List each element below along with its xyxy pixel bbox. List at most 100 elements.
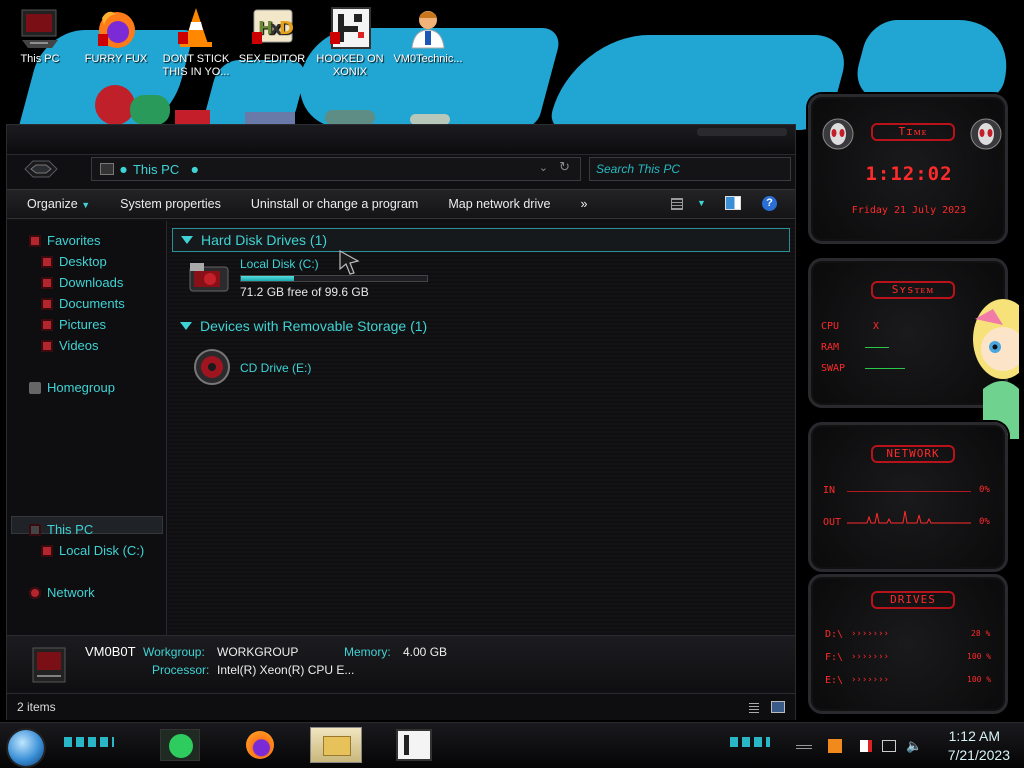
drive-3-value: 100 % bbox=[967, 675, 992, 684]
ram-usage-line bbox=[865, 347, 889, 348]
map-network-drive-button[interactable]: Map network drive bbox=[433, 197, 565, 211]
computer-icon bbox=[32, 647, 66, 683]
processor-label: Processor: bbox=[152, 663, 210, 677]
taskbar-clock-time[interactable]: 1:12 AM bbox=[910, 728, 1000, 744]
dropdown-icon[interactable]: ⌄ bbox=[539, 161, 548, 174]
taskbar-clock-date[interactable]: 7/21/2023 bbox=[910, 747, 1010, 763]
network-in-value: 0% bbox=[979, 485, 990, 495]
nav-item-local-disk[interactable]: Local Disk (C:) bbox=[41, 543, 144, 558]
command-toolbar: Organize ▼ System properties Uninstall o… bbox=[7, 189, 795, 219]
system-properties-button[interactable]: System properties bbox=[105, 197, 236, 211]
hxd-icon: HxD bbox=[250, 6, 294, 50]
view-options-icon[interactable] bbox=[671, 198, 683, 210]
search-input[interactable]: Search This PC bbox=[589, 157, 791, 181]
refresh-icon[interactable]: ↻ bbox=[559, 160, 570, 175]
star-icon bbox=[29, 234, 41, 247]
drive-1-label: D:\ bbox=[825, 629, 844, 640]
desktop-icon-vlc[interactable]: DONT STICK THIS IN YO... bbox=[158, 6, 234, 79]
nav-item-videos[interactable]: Videos bbox=[41, 338, 99, 353]
network-out-graph bbox=[847, 510, 971, 524]
details-pane: VM0B0T Workgroup: WORKGROUP Memory: 4.00… bbox=[7, 635, 795, 691]
cpu-value: X bbox=[873, 321, 880, 332]
tray-flag-icon[interactable] bbox=[860, 740, 872, 752]
window-titlebar[interactable] bbox=[7, 125, 795, 155]
network-icon bbox=[29, 586, 41, 599]
folder-icon bbox=[323, 736, 351, 756]
uninstall-program-button[interactable]: Uninstall or change a program bbox=[236, 197, 433, 211]
preview-pane-icon[interactable] bbox=[725, 196, 741, 210]
nav-item-pictures[interactable]: Pictures bbox=[41, 317, 106, 332]
computer-icon bbox=[100, 163, 114, 175]
desktop-icon-hex-editor[interactable]: HxD SEX EDITOR bbox=[234, 6, 310, 66]
taskbar-app-firefox[interactable] bbox=[240, 729, 280, 761]
taskbar-app-explorer[interactable] bbox=[310, 727, 362, 763]
cartoon-character-sticker bbox=[973, 299, 1019, 439]
chevron-down-icon[interactable]: ▼ bbox=[697, 198, 706, 208]
network-gadget-title: NETWORK bbox=[871, 445, 955, 463]
network-out-value: 0% bbox=[979, 517, 990, 527]
navigation-pane: Favorites Desktop Downloads Documents Pi… bbox=[7, 221, 167, 635]
tray-app-icon[interactable] bbox=[828, 739, 842, 753]
drive-1-bar: ››››››› bbox=[851, 629, 889, 639]
more-commands-button[interactable]: » bbox=[565, 197, 602, 211]
processor-value: Intel(R) Xeon(R) CPU E... bbox=[217, 663, 355, 677]
taskbar-app-xonix[interactable] bbox=[396, 729, 432, 761]
start-button[interactable] bbox=[8, 730, 44, 766]
drive-3-bar: ››››››› bbox=[851, 675, 889, 685]
tray-overflow-icon[interactable] bbox=[796, 743, 812, 749]
chevron-down-icon bbox=[180, 322, 192, 330]
nav-item-this-pc[interactable]: This PC bbox=[29, 522, 93, 537]
time-gadget[interactable]: Tɪᴍᴇ 1:12:02 Friday 21 July 2023 bbox=[808, 94, 1008, 244]
network-in-label: IN bbox=[823, 485, 836, 496]
nav-item-homegroup[interactable]: Homegroup bbox=[29, 380, 115, 395]
user-avatar-icon bbox=[406, 6, 450, 50]
group-header-removable-storage[interactable]: Devices with Removable Storage (1) bbox=[172, 314, 427, 338]
swap-usage-line bbox=[865, 368, 905, 369]
drive-3-label: E:\ bbox=[825, 675, 844, 686]
large-icons-view-icon[interactable] bbox=[771, 701, 785, 713]
nav-item-documents[interactable]: Documents bbox=[41, 296, 125, 311]
details-view-icon[interactable] bbox=[749, 701, 759, 713]
network-gadget[interactable]: NETWORK IN 0% OUT 0% bbox=[808, 422, 1008, 572]
organize-button[interactable]: Organize ▼ bbox=[7, 197, 105, 211]
nav-item-desktop[interactable]: Desktop bbox=[41, 254, 107, 269]
documents-icon bbox=[41, 297, 53, 310]
explorer-window: ● This PC ● ⌄ ↻ Search This PC Organize … bbox=[6, 124, 796, 720]
clock-date: Friday 21 July 2023 bbox=[851, 205, 967, 216]
help-icon[interactable]: ? bbox=[762, 196, 777, 211]
group-header-hard-disk-drives[interactable]: Hard Disk Drives (1) bbox=[172, 228, 790, 252]
nav-item-favorites[interactable]: Favorites bbox=[29, 233, 100, 248]
drives-gadget[interactable]: DRIVES D:\ ››››››› 28 % F:\ ››››››› 100 … bbox=[808, 574, 1008, 714]
system-gadget-title: Sʏsᴛᴇᴍ bbox=[871, 281, 955, 299]
alien-head-icon bbox=[970, 118, 1002, 150]
chevron-down-icon: ▼ bbox=[81, 200, 91, 210]
time-gadget-title: Tɪᴍᴇ bbox=[871, 123, 955, 141]
system-gadget[interactable]: Sʏsᴛᴇᴍ CPU X RAM SWAP bbox=[808, 258, 1019, 439]
downloads-icon bbox=[41, 276, 53, 289]
chevron-right-icon: ● bbox=[191, 164, 199, 174]
computer-icon bbox=[29, 523, 41, 536]
firefox-icon bbox=[246, 731, 274, 759]
svg-text:D: D bbox=[279, 18, 294, 39]
desktop-icon-firefox[interactable]: FURRY FUX bbox=[78, 6, 154, 66]
swap-label: SWAP bbox=[821, 363, 846, 374]
memory-value: 4.00 GB bbox=[403, 645, 448, 659]
address-bar[interactable]: ● This PC ● ⌄ ↻ bbox=[91, 157, 581, 181]
desktop-icon-vm0technic[interactable]: VM0Technic... bbox=[390, 6, 466, 66]
taskbar-app-notes[interactable] bbox=[160, 729, 200, 761]
drives-gadget-title: DRIVES bbox=[871, 591, 955, 609]
desktop-icon-this-pc[interactable]: This PC bbox=[2, 6, 78, 66]
drive-1-value: 28 % bbox=[971, 629, 991, 638]
tray-network-icon[interactable] bbox=[882, 740, 896, 752]
content-pane: Hard Disk Drives (1) Local Disk (C:) 71.… bbox=[168, 221, 795, 635]
network-in-graph bbox=[847, 491, 971, 492]
nav-item-downloads[interactable]: Downloads bbox=[41, 275, 123, 290]
back-button[interactable] bbox=[21, 157, 61, 181]
desktop-icon-xonix[interactable]: HOOKED ON XONIX bbox=[312, 6, 388, 79]
nav-item-network[interactable]: Network bbox=[29, 585, 95, 600]
chevron-right-icon: ● bbox=[120, 164, 127, 174]
drive-2-label: F:\ bbox=[825, 652, 844, 663]
computer-icon bbox=[18, 6, 62, 50]
taskbar: 🔈 1:12 AM 7/21/2023 bbox=[0, 722, 1024, 768]
game-icon bbox=[328, 6, 372, 50]
